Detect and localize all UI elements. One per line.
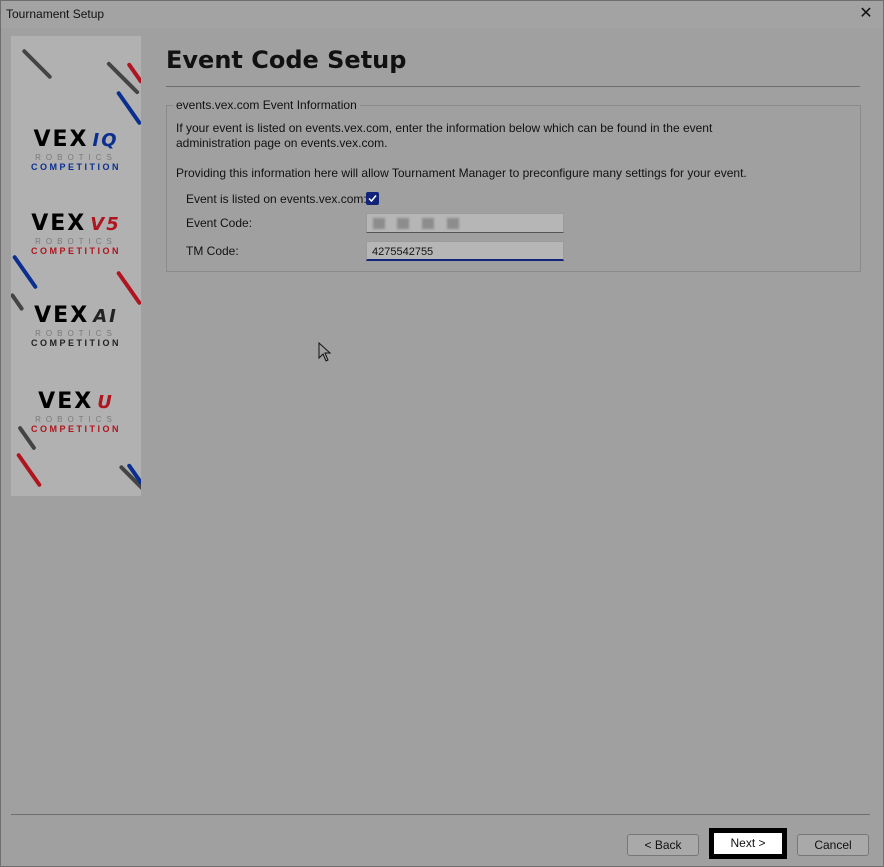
redacted-block xyxy=(447,218,459,229)
logo-robotics: ROBOTICS xyxy=(35,329,117,338)
title-bar: Tournament Setup ✕ xyxy=(1,1,883,28)
banner-stripe xyxy=(15,452,43,488)
logo-word: VEX xyxy=(33,127,89,152)
logo-robotics: ROBOTICS xyxy=(35,153,117,162)
group-label: events.vex.com Event Information xyxy=(173,98,360,112)
vex-competition-banner: VEX IQ ROBOTICS COMPETITION VEX V5 ROBOTIC… xyxy=(11,36,141,496)
mouse-pointer-icon xyxy=(318,342,332,362)
window-title: Tournament Setup xyxy=(6,7,105,21)
page-title: Event Code Setup xyxy=(166,46,407,74)
vex-u-logo: VEX U ROBOTICS COMPETITION xyxy=(11,390,141,435)
description-line-2: administration page on events.vex.com. xyxy=(176,136,388,150)
logo-suffix: IQ xyxy=(92,130,119,151)
logo-word: VEX xyxy=(38,389,94,414)
logo-robotics: ROBOTICS xyxy=(35,237,117,246)
logo-word: VEX xyxy=(31,211,87,236)
next-button[interactable]: Next > xyxy=(709,828,787,859)
back-button[interactable]: < Back xyxy=(627,834,699,856)
logo-competition: COMPETITION xyxy=(31,338,121,348)
description-line-3: Providing this information here will all… xyxy=(176,166,747,180)
logo-suffix: AI xyxy=(93,306,118,327)
footer-divider xyxy=(11,814,870,815)
banner-stripe xyxy=(21,48,53,80)
logo-robotics: ROBOTICS xyxy=(35,415,117,424)
redacted-block xyxy=(422,218,434,229)
cancel-button[interactable]: Cancel xyxy=(797,834,869,856)
redacted-block xyxy=(397,218,409,229)
event-code-field[interactable] xyxy=(366,213,564,233)
banner-stripe xyxy=(115,90,141,126)
vex-iq-logo: VEX IQ ROBOTICS COMPETITION xyxy=(11,128,141,173)
listed-checkbox[interactable] xyxy=(366,192,379,205)
logo-competition: COMPETITION xyxy=(31,162,121,172)
title-divider xyxy=(166,86,860,87)
vex-ai-logo: VEX AI ROBOTICS COMPETITION xyxy=(11,304,141,349)
tm-code-label: TM Code: xyxy=(186,244,239,258)
logo-word: VEX xyxy=(34,303,90,328)
logo-competition: COMPETITION xyxy=(31,246,121,256)
listed-label: Event is listed on events.vex.com: xyxy=(186,192,367,206)
checkmark-icon xyxy=(368,195,377,203)
close-icon[interactable]: ✕ xyxy=(855,4,877,24)
banner-stripe xyxy=(115,270,141,306)
vex-v5-logo: VEX V5 ROBOTICS COMPETITION xyxy=(11,212,141,257)
redacted-block xyxy=(373,218,385,229)
logo-competition: COMPETITION xyxy=(31,424,121,434)
description-line-1: If your event is listed on events.vex.co… xyxy=(176,121,713,135)
tm-code-field[interactable]: 4275542755 xyxy=(366,241,564,261)
banner-stripe xyxy=(11,254,39,290)
banner-stripe xyxy=(106,61,140,95)
logo-suffix: U xyxy=(97,392,114,413)
event-code-label: Event Code: xyxy=(186,216,253,230)
logo-suffix: V5 xyxy=(90,214,121,235)
